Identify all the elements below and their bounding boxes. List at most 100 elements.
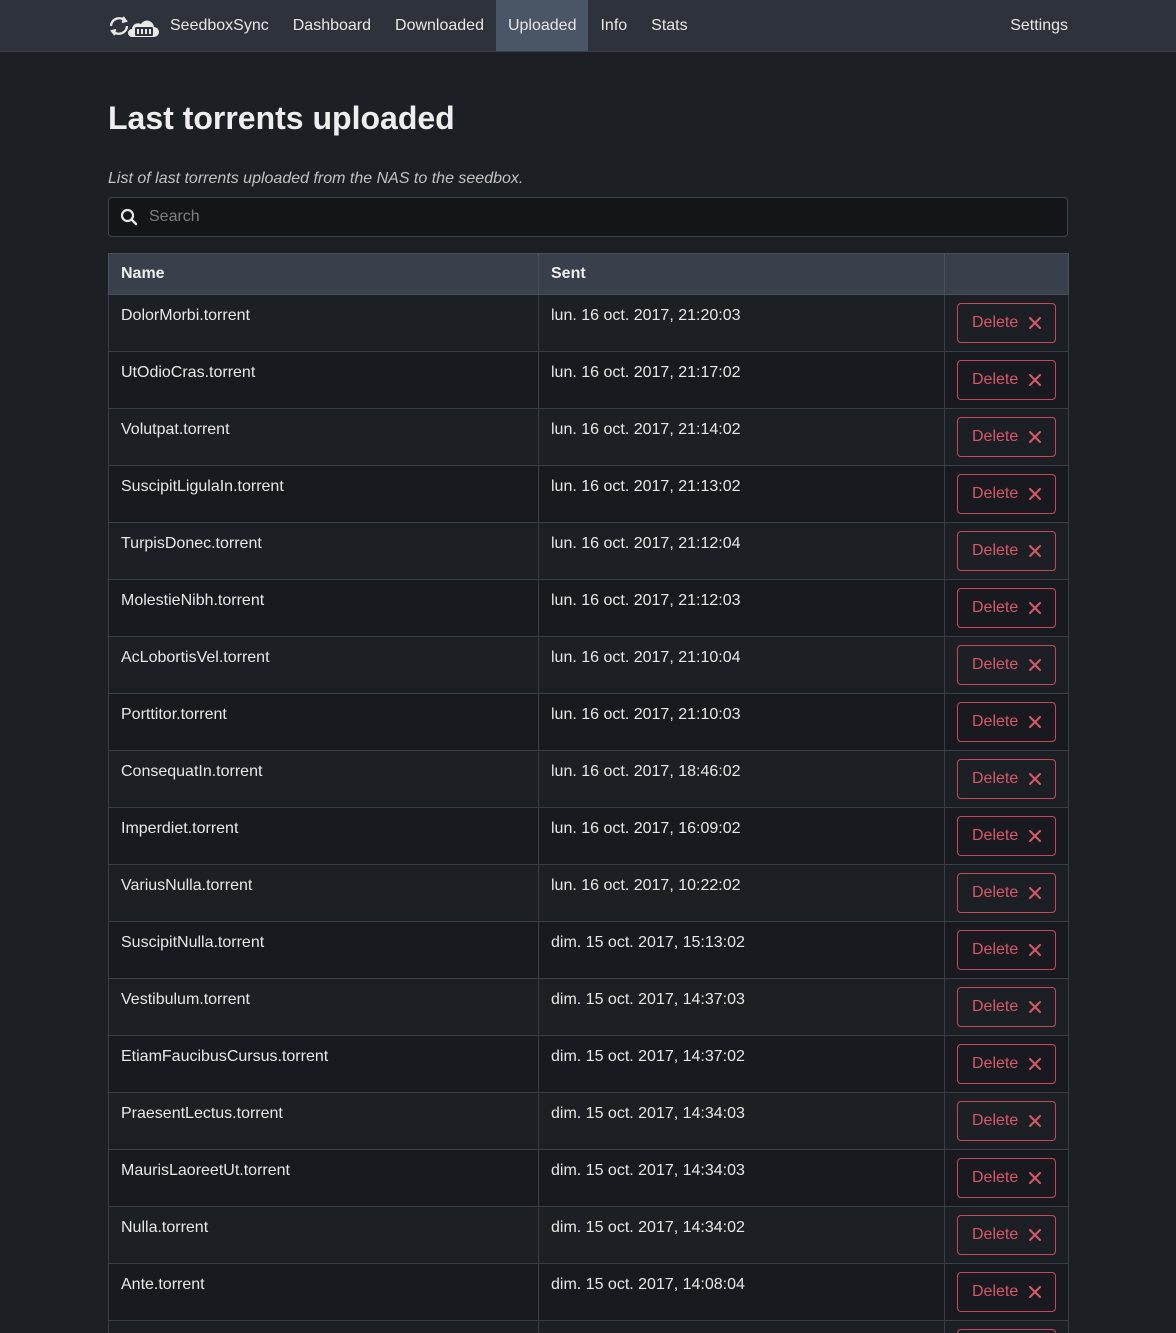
table-row: PraesentLectus.torrent dim. 15 oct. 2017,… [108, 1092, 1069, 1150]
close-icon [1029, 1058, 1042, 1070]
sent-date: lun. 16 oct. 2017, 10:22:02 [538, 864, 945, 922]
row-actions: Delete [944, 1320, 1069, 1333]
sent-date: lun. 16 oct. 2017, 21:12:04 [538, 522, 945, 580]
nav-link-stats[interactable]: Stats [639, 0, 699, 51]
delete-button-label: Delete [972, 599, 1019, 616]
table-row: VariusNulla.torrent lun. 16 oct. 2017, 10… [108, 864, 1069, 922]
column-header-sent[interactable]: Sent [538, 253, 945, 295]
row-actions: Delete [944, 1092, 1069, 1150]
row-actions: Delete [944, 522, 1069, 580]
close-icon [1029, 1229, 1042, 1241]
delete-button[interactable]: Delete [957, 645, 1057, 685]
nav-link-info[interactable]: Info [588, 0, 639, 51]
delete-button-label: Delete [972, 770, 1019, 787]
delete-button[interactable]: Delete [957, 1158, 1057, 1198]
table-row: AcLobortisVel.torrent lun. 16 oct. 2017, … [108, 636, 1069, 694]
page-subtitle: List of last torrents uploaded from the … [108, 170, 524, 187]
sent-date: dim. 15 oct. 2017, 14:34:02 [538, 1206, 945, 1264]
column-header-actions [944, 253, 1069, 295]
close-icon [1029, 1001, 1042, 1013]
close-icon [1029, 317, 1042, 329]
delete-button-label: Delete [972, 713, 1019, 730]
sent-date: lun. 16 oct. 2017, 21:10:04 [538, 636, 945, 694]
close-icon [1029, 659, 1042, 671]
sent-date [538, 1320, 945, 1333]
sent-date: lun. 16 oct. 2017, 21:12:03 [538, 579, 945, 637]
close-icon [1029, 602, 1042, 614]
torrent-name: MaurisLaoreetUt.torrent [108, 1149, 539, 1207]
torrent-name: Ante.torrent [108, 1263, 539, 1321]
close-icon [1029, 1115, 1042, 1127]
delete-button-label: Delete [972, 1226, 1019, 1243]
torrent-name: Imperdiet.torrent [108, 807, 539, 865]
torrent-name: TurpisDonec.torrent [108, 522, 539, 580]
delete-button[interactable]: Delete [957, 588, 1057, 628]
column-header-name[interactable]: Name [108, 253, 539, 295]
row-actions: Delete [944, 864, 1069, 922]
torrent-name: AcLobortisVel.torrent [108, 636, 539, 694]
delete-button-label: Delete [972, 656, 1019, 673]
delete-button[interactable]: Delete [957, 303, 1057, 343]
table-row: SuscipitNulla.torrent dim. 15 oct. 2017, … [108, 921, 1069, 979]
delete-button-label: Delete [972, 998, 1019, 1015]
delete-button-label: Delete [972, 941, 1019, 958]
row-actions: Delete [944, 978, 1069, 1036]
sent-date: dim. 15 oct. 2017, 14:37:02 [538, 1035, 945, 1093]
delete-button[interactable]: Delete [957, 816, 1057, 856]
nav-link-downloaded[interactable]: Downloaded [383, 0, 496, 51]
delete-button[interactable]: Delete [957, 1215, 1057, 1255]
table-row: Volutpat.torrent lun. 16 oct. 2017, 21:14… [108, 408, 1069, 466]
delete-button-label: Delete [972, 428, 1019, 445]
sent-date: dim. 15 oct. 2017, 14:34:03 [538, 1149, 945, 1207]
navbar: SeedboxSync Dashboard Downloaded Uploade… [0, 0, 1176, 52]
row-actions: Delete [944, 408, 1069, 466]
delete-button[interactable]: Delete [957, 360, 1057, 400]
delete-button-label: Delete [972, 827, 1019, 844]
row-actions: Delete [944, 294, 1069, 352]
delete-button[interactable]: Delete [957, 930, 1057, 970]
sent-date: dim. 15 oct. 2017, 14:34:03 [538, 1092, 945, 1150]
row-actions: Delete [944, 1263, 1069, 1321]
delete-button[interactable]: Delete [957, 1329, 1057, 1333]
search-input[interactable] [149, 199, 1067, 235]
delete-button[interactable]: Delete [957, 1044, 1057, 1084]
table-row: TurpisDonec.torrent lun. 16 oct. 2017, 21… [108, 522, 1069, 580]
delete-button[interactable]: Delete [957, 873, 1057, 913]
torrent-name: SuscipitLigulaIn.torrent [108, 465, 539, 523]
delete-button-label: Delete [972, 884, 1019, 901]
sent-date: lun. 16 oct. 2017, 16:09:02 [538, 807, 945, 865]
delete-button[interactable]: Delete [957, 702, 1057, 742]
delete-button-label: Delete [972, 1055, 1019, 1072]
row-actions: Delete [944, 750, 1069, 808]
torrent-name: Nulla.torrent [108, 1206, 539, 1264]
nav-link-settings[interactable]: Settings [1010, 0, 1068, 51]
table-row: Ante.torrent dim. 15 oct. 2017, 14:08:04 D… [108, 1263, 1069, 1321]
close-icon [1029, 887, 1042, 899]
delete-button-label: Delete [972, 485, 1019, 502]
delete-button[interactable]: Delete [957, 759, 1057, 799]
brand-link[interactable]: SeedboxSync [108, 0, 281, 51]
close-icon [1029, 1286, 1042, 1298]
row-actions: Delete [944, 465, 1069, 523]
table-row: ConsequatIn.torrent lun. 16 oct. 2017, 18… [108, 750, 1069, 808]
torrent-name: EtiamFaucibusCursus.torrent [108, 1035, 539, 1093]
row-actions: Delete [944, 921, 1069, 979]
delete-button[interactable]: Delete [957, 474, 1057, 514]
delete-button[interactable]: Delete [957, 987, 1057, 1027]
uploaded-torrents-table: Name Sent DolorMorbi.torrent lun. 16 oct.… [108, 253, 1069, 1333]
close-icon [1029, 374, 1042, 386]
delete-button[interactable]: Delete [957, 417, 1057, 457]
sent-date: lun. 16 oct. 2017, 21:20:03 [538, 294, 945, 352]
close-icon [1029, 773, 1042, 785]
delete-button[interactable]: Delete [957, 1101, 1057, 1141]
delete-button[interactable]: Delete [957, 531, 1057, 571]
torrent-name: DolorMorbi.torrent [108, 294, 539, 352]
nav-link-dashboard[interactable]: Dashboard [281, 0, 383, 51]
sent-date: lun. 16 oct. 2017, 21:10:03 [538, 693, 945, 751]
table-row: MolestieNibh.torrent lun. 16 oct. 2017, 2… [108, 579, 1069, 637]
delete-button[interactable]: Delete [957, 1272, 1057, 1312]
nav-link-uploaded[interactable]: Uploaded [495, 0, 589, 51]
row-actions: Delete [944, 693, 1069, 751]
delete-button-label: Delete [972, 371, 1019, 388]
page-title: Last torrents uploaded [108, 100, 455, 136]
